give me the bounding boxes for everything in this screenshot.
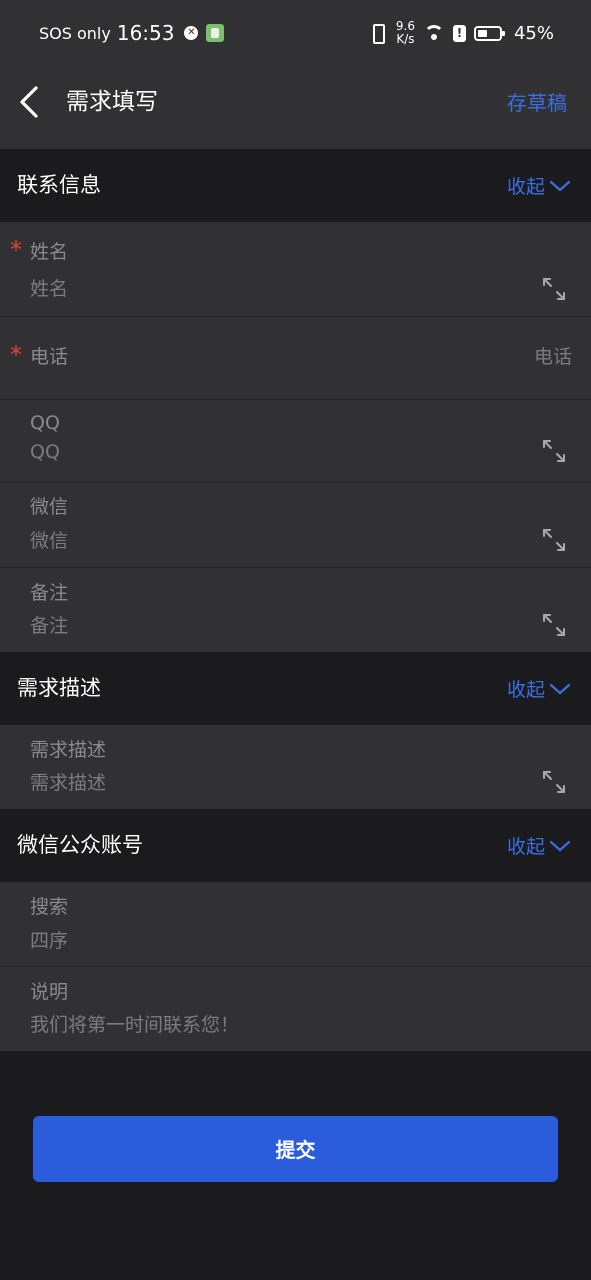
wechat-input[interactable] (30, 527, 531, 555)
name-input[interactable] (30, 275, 531, 303)
back-arrow-icon (20, 86, 38, 118)
field-label-wechat: 微信 (30, 496, 69, 518)
field-label-requirement-desc: 需求描述 (30, 739, 107, 761)
note-value: 我们将第一时间联系您！ (30, 1014, 240, 1036)
nav-bar: 需求填写 存草稿 (0, 66, 591, 149)
required-mark: * (10, 341, 22, 369)
status-bar-right: 9.6 K/s ! 45% (368, 18, 554, 48)
collapse-button-requirement[interactable]: 收起 (507, 652, 571, 725)
battery-icon (473, 25, 505, 41)
search-value: 四序 (30, 930, 69, 952)
shield-icon: ✕ (184, 26, 199, 40)
field-name: * 姓名 (0, 222, 591, 317)
carrier-text: SOS only (39, 23, 111, 43)
field-note: 说明 我们将第一时间联系您！ (0, 967, 591, 1051)
section-title-contact: 联系信息 (17, 173, 101, 197)
chevron-down-icon (549, 683, 571, 694)
clock-time: 16:53 (116, 21, 175, 45)
remark-input[interactable] (30, 612, 531, 640)
field-phone: * 电话 (0, 317, 591, 400)
collapse-button-wechat-account[interactable]: 收起 (507, 809, 571, 882)
field-label-search: 搜索 (30, 896, 69, 918)
field-label-note: 说明 (30, 981, 69, 1003)
collapse-button-contact[interactable]: 收起 (507, 149, 571, 222)
qq-input[interactable] (30, 438, 531, 466)
required-mark: * (10, 236, 22, 264)
section-title-wechat-account: 微信公众账号 (17, 833, 143, 857)
vibrate-icon (368, 23, 388, 44)
network-speed-unit: K/s (396, 32, 415, 46)
battery-fill (477, 29, 487, 37)
wifi-icon (423, 24, 445, 42)
page-title: 需求填写 (66, 89, 158, 115)
chevron-down-icon (549, 840, 571, 851)
section-title-requirement: 需求描述 (17, 676, 101, 700)
submit-button[interactable]: 提交 (33, 1116, 558, 1182)
network-speed: 9.6 K/s (396, 20, 415, 46)
status-bar-left: SOS only 16:53 ✕ (39, 20, 225, 46)
expand-arrows-icon[interactable] (541, 438, 567, 464)
field-remark: 备注 (0, 568, 591, 652)
network-speed-value: 9.6 (395, 19, 415, 33)
field-wechat: 微信 (0, 483, 591, 568)
field-search: 搜索 四序 (0, 882, 591, 967)
collapse-label: 收起 (506, 176, 545, 198)
expand-arrows-icon[interactable] (541, 276, 567, 302)
status-bar: SOS only 16:53 ✕ 9.6 K/s ! 45% (0, 0, 591, 66)
expand-arrows-icon[interactable] (541, 769, 567, 795)
expand-arrows-icon[interactable] (541, 612, 567, 638)
back-button[interactable] (12, 80, 52, 124)
collapse-label: 收起 (506, 679, 545, 701)
section-header-contact: 联系信息 收起 (0, 149, 591, 222)
phone-input[interactable] (200, 343, 572, 371)
app-notification-icon (206, 24, 225, 42)
save-draft-button[interactable]: 存草稿 (507, 88, 567, 118)
expand-arrows-icon[interactable] (541, 527, 567, 553)
chevron-down-icon (549, 180, 571, 191)
alert-icon: ! (452, 24, 466, 42)
requirement-desc-input[interactable] (30, 769, 531, 797)
field-label-remark: 备注 (30, 582, 69, 604)
collapse-label: 收起 (506, 836, 545, 858)
field-qq: QQ (0, 400, 591, 483)
section-header-requirement: 需求描述 收起 (0, 652, 591, 725)
section-header-wechat-account: 微信公众账号 收起 (0, 809, 591, 882)
battery-percent: 45% (513, 22, 554, 44)
field-label-name: 姓名 (30, 241, 69, 263)
field-requirement-desc: 需求描述 (0, 725, 591, 809)
field-label-phone: 电话 (30, 346, 69, 368)
field-label-qq: QQ (30, 412, 60, 434)
